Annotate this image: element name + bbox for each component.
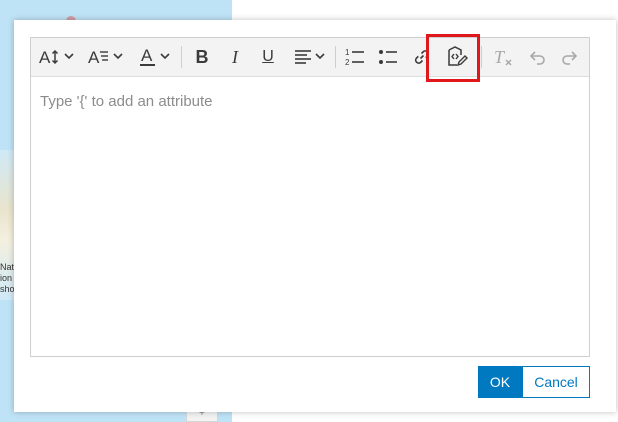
font-size-icon: A bbox=[39, 48, 58, 66]
editor-toolbar: A A A B I U 1 2 T bbox=[31, 38, 589, 77]
toolbar-divider bbox=[481, 46, 482, 68]
toolbar-divider bbox=[335, 46, 336, 68]
svg-text:A: A bbox=[88, 48, 100, 66]
undo-icon bbox=[529, 51, 545, 65]
text-editor-dialog: A A A B I U 1 2 T Type '{' to add an att… bbox=[14, 20, 616, 412]
edit-source-button[interactable] bbox=[442, 43, 472, 71]
rich-text-editor: A A A B I U 1 2 T Type '{' to add an att… bbox=[30, 37, 590, 357]
numbered-list-icon: 1 2 bbox=[345, 48, 364, 66]
code-edit-icon bbox=[448, 46, 468, 67]
svg-text:1: 1 bbox=[345, 48, 350, 57]
underline-icon: U bbox=[262, 48, 274, 65]
align-left-icon bbox=[294, 50, 311, 64]
svg-text:A: A bbox=[141, 47, 153, 65]
ok-button[interactable]: OK bbox=[478, 366, 522, 398]
undo-button[interactable] bbox=[523, 43, 551, 71]
svg-text:2: 2 bbox=[345, 58, 350, 66]
redo-button[interactable] bbox=[556, 43, 584, 71]
bold-button[interactable]: B bbox=[188, 43, 216, 71]
italic-button[interactable]: I bbox=[221, 43, 249, 71]
svg-text:A: A bbox=[39, 48, 51, 66]
toolbar-divider bbox=[181, 46, 182, 68]
bold-icon: B bbox=[195, 46, 209, 67]
redo-icon bbox=[562, 51, 578, 65]
bulleted-list-icon bbox=[379, 50, 397, 64]
font-color-icon: A bbox=[139, 47, 155, 66]
align-button[interactable] bbox=[289, 43, 329, 71]
font-size-button[interactable]: A bbox=[37, 43, 75, 71]
editor-placeholder: Type '{' to add an attribute bbox=[40, 93, 213, 110]
chevron-down-icon bbox=[314, 52, 325, 63]
svg-text:T: T bbox=[494, 48, 506, 66]
editor-content-area[interactable]: Type '{' to add an attribute bbox=[31, 77, 589, 356]
chevron-down-icon bbox=[63, 52, 74, 63]
link-button[interactable] bbox=[408, 43, 436, 71]
font-family-icon: A bbox=[88, 48, 108, 66]
numbered-list-button[interactable]: 1 2 bbox=[341, 43, 369, 71]
bulleted-list-button[interactable] bbox=[374, 43, 402, 71]
font-family-button[interactable]: A bbox=[85, 43, 125, 71]
italic-icon: I bbox=[232, 46, 238, 67]
underline-button[interactable]: U bbox=[254, 43, 282, 71]
chevron-down-icon bbox=[159, 52, 170, 63]
link-icon bbox=[414, 50, 430, 64]
clear-format-icon: T bbox=[494, 48, 512, 66]
chevron-down-icon bbox=[112, 52, 123, 63]
font-color-button[interactable]: A bbox=[135, 43, 173, 71]
cancel-button[interactable]: Cancel bbox=[522, 366, 590, 398]
clear-format-button[interactable]: T bbox=[489, 43, 517, 71]
